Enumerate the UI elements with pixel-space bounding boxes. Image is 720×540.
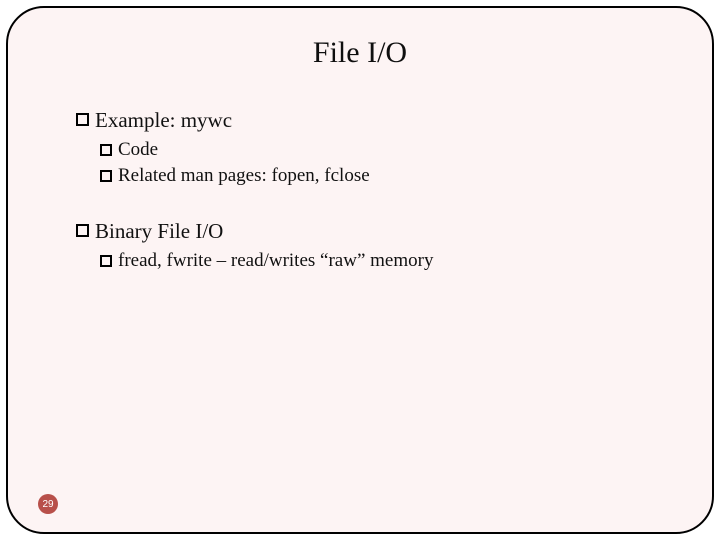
bullet-level2: fread, fwrite – read/writes “raw” memory bbox=[100, 250, 664, 272]
bullet-level1: Example: mywc bbox=[76, 108, 664, 133]
square-bullet-icon bbox=[100, 144, 112, 156]
bullet-text: Related man pages: fopen, fclose bbox=[118, 165, 370, 187]
slide-frame: File I/O Example: mywc Code Related man pa… bbox=[6, 6, 714, 534]
square-bullet-icon bbox=[100, 170, 112, 182]
slide-content: Example: mywc Code Related man pages: fope… bbox=[56, 108, 664, 272]
bullet-text: Example: mywc bbox=[95, 108, 232, 133]
bullet-text: fread, fwrite – read/writes “raw” memory bbox=[118, 250, 433, 272]
bullet-level2: Related man pages: fopen, fclose bbox=[100, 165, 664, 187]
bullet-text: Binary File I/O bbox=[95, 219, 223, 244]
square-bullet-icon bbox=[100, 255, 112, 267]
square-bullet-icon bbox=[76, 224, 89, 237]
spacer bbox=[76, 191, 664, 215]
bullet-level1: Binary File I/O bbox=[76, 219, 664, 244]
bullet-text: Code bbox=[118, 139, 158, 161]
slide-title: File I/O bbox=[56, 36, 664, 70]
page-number-badge: 29 bbox=[38, 494, 58, 514]
page-number: 29 bbox=[42, 499, 53, 510]
square-bullet-icon bbox=[76, 113, 89, 126]
bullet-level2: Code bbox=[100, 139, 664, 161]
